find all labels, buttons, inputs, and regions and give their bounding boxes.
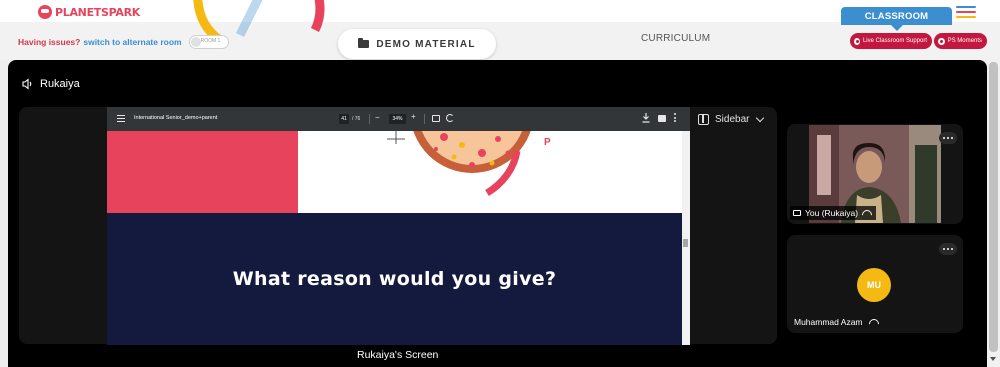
pdf-toolbar: International Senior_demo+parent 41 / 76…	[107, 107, 690, 131]
zoom-in-button[interactable]: +	[411, 112, 416, 121]
mascot-icon	[38, 5, 52, 19]
curriculum-tab[interactable]: CURRICULUM	[641, 33, 710, 44]
page-number-input[interactable]: 41	[339, 114, 349, 124]
hamburger-menu-icon[interactable]	[956, 6, 976, 18]
avatar-initials: MU	[867, 280, 881, 290]
sidebar-icon	[698, 114, 709, 125]
demo-material-button[interactable]: DEMO MATERIAL	[338, 29, 496, 59]
pdf-scrollbar[interactable]	[682, 131, 690, 345]
participant-tile-self[interactable]: You (Rukaiya)	[787, 124, 963, 224]
planetspark-logo[interactable]: PLANETSPARK	[38, 4, 140, 20]
decorative-shapes	[193, 0, 325, 44]
self-name-tag: You (Rukaiya)	[790, 206, 877, 220]
scroll-down-arrow-icon[interactable]	[990, 357, 996, 361]
pdf-viewer[interactable]: International Senior_demo+parent 41 / 76…	[107, 107, 690, 345]
page-scrollbar-thumb[interactable]	[989, 62, 998, 352]
slide-top-section: P	[107, 131, 682, 213]
presenter-header: Rukaiya	[22, 78, 80, 90]
room-toggle[interactable]: ROOM 1	[188, 35, 229, 49]
zoom-out-button[interactable]: −	[375, 113, 380, 122]
classroom-tab-label: CLASSROOM	[864, 10, 929, 22]
slide-bottom-section: What reason would you give?	[107, 213, 682, 345]
live-support-label: Live Classroom Support	[862, 38, 927, 44]
participant-more-button[interactable]	[939, 132, 957, 144]
switch-room-link[interactable]: switch to alternate room	[83, 37, 181, 47]
zoom-level-input[interactable]: 34%	[389, 114, 406, 124]
page-total: / 76	[352, 116, 361, 122]
print-icon[interactable]	[658, 115, 666, 122]
participant-name-tag: Muhammad Azam	[794, 317, 877, 327]
folder-icon	[358, 38, 370, 48]
toggle-knob	[190, 37, 201, 47]
sidebar-toggle-button[interactable]: Sidebar	[698, 113, 765, 125]
ps-moments-label: PS Moments	[947, 38, 982, 44]
issues-text: Having issues?	[18, 37, 81, 47]
avatar: MU	[857, 268, 891, 302]
toolbar-divider	[424, 114, 425, 124]
classroom-tab[interactable]: CLASSROOM	[841, 7, 952, 31]
rotate-icon[interactable]	[446, 114, 454, 122]
support-icon	[854, 37, 860, 45]
participant-tile-muhammad[interactable]: MU Muhammad Azam	[787, 235, 963, 333]
download-icon[interactable]	[642, 113, 650, 123]
logo-text: PLANETSPARK	[55, 5, 140, 19]
pizza-illustration	[413, 131, 531, 196]
pdf-menu-icon[interactable]	[117, 115, 125, 124]
page-scrollbar[interactable]	[987, 60, 1000, 367]
screen-share-caption: Rukaiya's Screen	[357, 349, 439, 361]
fit-page-icon[interactable]	[432, 115, 440, 122]
more-options-icon[interactable]	[674, 113, 676, 124]
slide-pink-block	[107, 131, 298, 213]
speaker-icon[interactable]	[22, 78, 34, 90]
self-name: You (Rukaiya)	[805, 208, 859, 218]
ps-moments-button[interactable]: PS Moments	[934, 33, 987, 49]
wifi-icon	[869, 319, 877, 325]
issues-bar: Having issues? switch to alternate room …	[18, 35, 229, 49]
demo-material-label: DEMO MATERIAL	[376, 38, 476, 50]
moments-icon	[938, 37, 945, 45]
toggle-label: ROOM 1	[200, 38, 221, 44]
classroom-stage: Rukaiya International Senior_demo+parent…	[8, 60, 987, 367]
pdf-title: International Senior_demo+parent	[134, 115, 218, 121]
slide-headline: What reason would you give?	[232, 268, 557, 290]
participant-more-button[interactable]	[939, 243, 957, 255]
top-header: PLANETSPARK Having issues? switch to alt…	[0, 0, 1000, 60]
participant-name: Muhammad Azam	[794, 317, 863, 327]
screen-share-icon	[793, 210, 801, 216]
sidebar-label: Sidebar	[715, 114, 750, 125]
wifi-icon	[862, 210, 870, 216]
live-support-button[interactable]: Live Classroom Support	[850, 33, 932, 49]
presenter-name: Rukaiya	[40, 78, 80, 90]
chevron-down-icon	[756, 113, 765, 123]
toolbar-divider	[369, 114, 370, 124]
slide-corner-text: P	[544, 137, 551, 148]
pdf-scrollbar-thumb[interactable]	[683, 239, 688, 247]
